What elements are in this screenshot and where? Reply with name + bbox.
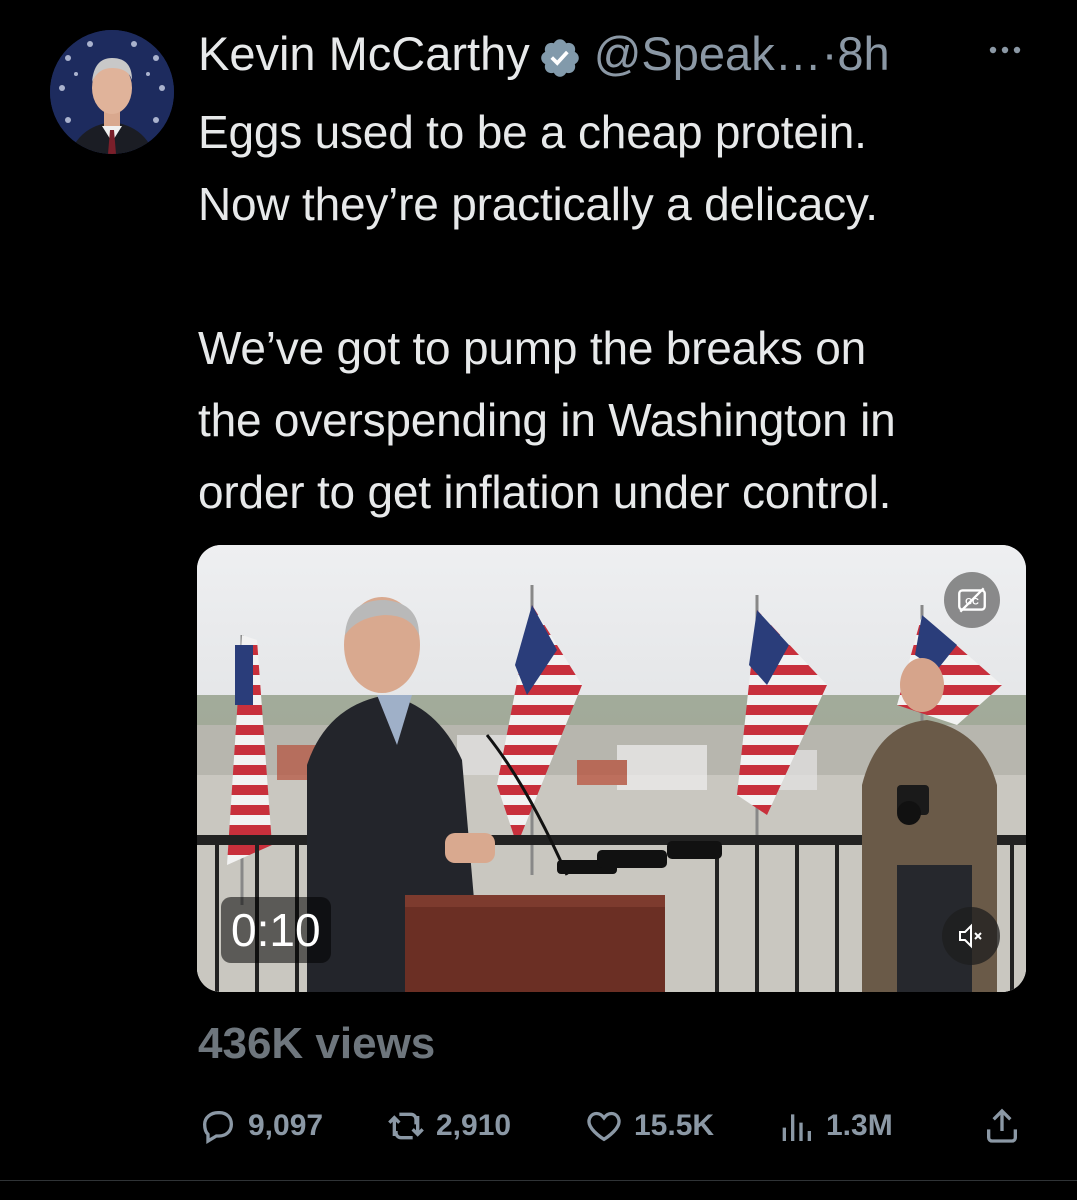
share-button[interactable] (982, 1096, 1032, 1156)
like-button[interactable]: 15.5K (584, 1096, 714, 1156)
analytics-bars-icon (782, 1114, 811, 1141)
action-bar: 9,097 2,910 15.5K 1.3M (198, 1096, 1038, 1156)
speaker-muted-icon (959, 923, 982, 949)
heart-icon (587, 1111, 621, 1142)
share-icon (987, 1108, 1017, 1143)
closed-captions-button[interactable]: CC (944, 572, 1000, 628)
analytics-count: 1.3M (826, 1109, 893, 1142)
avatar[interactable] (50, 30, 174, 154)
video-player[interactable]: CC 0:10 (197, 545, 1026, 992)
analytics-button[interactable]: 1.3M (776, 1096, 893, 1156)
reply-count: 9,097 (248, 1109, 324, 1142)
tweet-header: Kevin McCarthy @Speak… · 8h (198, 22, 890, 86)
tweet-text: Eggs used to be a cheap protein. Now the… (198, 106, 896, 518)
separator-dot: · (821, 27, 838, 80)
reply-icon (202, 1111, 234, 1144)
author-handle[interactable]: @Speak… (594, 22, 822, 86)
retweet-icon (388, 1112, 424, 1140)
tweet[interactable]: Kevin McCarthy @Speak… · 8h Eggs used to… (0, 0, 1077, 1200)
retweet-count: 2,910 (436, 1109, 512, 1142)
retweet-button[interactable]: 2,910 (386, 1096, 511, 1156)
verified-badge-icon (538, 32, 582, 77)
reply-button[interactable]: 9,097 (198, 1096, 323, 1156)
timestamp[interactable]: 8h (837, 22, 889, 86)
divider (0, 1180, 1077, 1181)
more-options-icon[interactable] (985, 30, 1025, 70)
author-name[interactable]: Kevin McCarthy (198, 22, 530, 86)
like-count: 15.5K (634, 1109, 715, 1142)
video-duration: 0:10 (221, 897, 331, 963)
view-count: 436K views (198, 1019, 436, 1068)
closed-captions-off-icon: CC (958, 587, 986, 613)
mute-toggle-button[interactable] (942, 907, 1000, 965)
